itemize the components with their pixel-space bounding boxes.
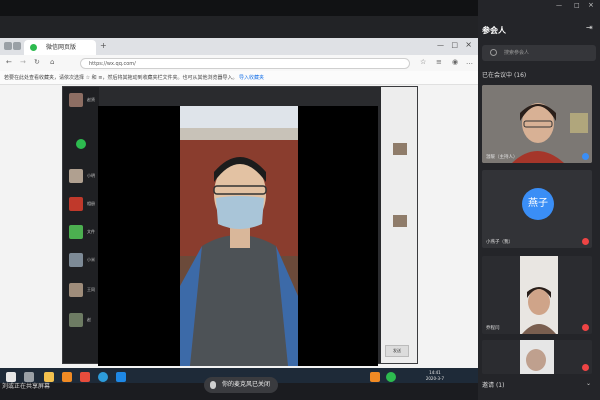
new-tab-icon[interactable]: +	[100, 41, 107, 50]
mic-off-icon	[582, 324, 589, 331]
participant-search-input[interactable]: 搜索参会人	[482, 45, 596, 61]
forward-icon[interactable]: →	[20, 58, 26, 66]
app-icon[interactable]	[80, 372, 90, 382]
contact-avatar[interactable]	[69, 169, 83, 183]
participant-card[interactable]: 乔程闫	[482, 256, 592, 334]
share-status-text: 刘或正在共享屏幕	[2, 383, 51, 390]
chat-message-area	[381, 87, 417, 363]
participant-video	[482, 256, 592, 334]
contact-avatar[interactable]	[69, 253, 83, 267]
refresh-icon[interactable]: ↻	[34, 58, 40, 66]
minimize-icon[interactable]: —	[437, 41, 444, 49]
mic-off-icon	[582, 364, 589, 371]
participant-video	[482, 85, 592, 163]
send-button[interactable]: 发送	[385, 345, 409, 357]
contact-name[interactable]: 赵	[87, 317, 91, 323]
invite-count: (1)	[495, 382, 505, 389]
panel-maximize-icon[interactable]: □	[574, 2, 580, 9]
mic-off-icon	[582, 238, 589, 245]
mic-on-icon	[582, 153, 589, 160]
chat-tab-icon[interactable]	[76, 139, 86, 149]
participant-name: 乔程闫	[486, 326, 500, 331]
import-favorites-link[interactable]: 导入收藏夹	[239, 75, 264, 81]
collapse-panel-icon[interactable]: ⇥	[586, 23, 593, 32]
wechat-tray-icon[interactable]	[386, 372, 396, 382]
invite-label: 邀请	[482, 382, 495, 389]
home-icon[interactable]: ⌂	[50, 58, 54, 66]
message-avatar	[393, 215, 407, 227]
participant-card[interactable]	[482, 340, 592, 374]
mic-status-pill: 你的麦克风已关闭	[204, 377, 279, 393]
contact-avatar[interactable]	[69, 313, 83, 327]
participant-card[interactable]: 温暖（主持人）	[482, 85, 592, 163]
favbar-hint: 若要在此处查看收藏夹，请依次选择 ☆ 和 ≡，然后将其拖动到收藏夹栏文件夹。也可…	[4, 75, 238, 81]
chevron-down-icon[interactable]: ⌄	[586, 380, 591, 387]
invite-section[interactable]: 邀请 (1)	[482, 380, 504, 389]
maximize-icon[interactable]: □	[451, 41, 458, 49]
edge-taskbar-icon[interactable]	[116, 372, 126, 382]
taskbar-clock: 14:41 2020-3-7	[426, 370, 444, 382]
participant-name: 温暖（主持人）	[486, 155, 518, 160]
wechat-tab-icon	[30, 44, 37, 51]
contact-avatar[interactable]	[69, 197, 83, 211]
participant-card[interactable]: 燕子 小燕子（我）	[482, 170, 592, 248]
profile-icon[interactable]: ◉	[452, 58, 458, 66]
browser-menu-icon[interactable]	[4, 42, 12, 50]
contact-name[interactable]: 小米	[87, 257, 95, 263]
contact-name[interactable]: 相册	[87, 201, 95, 207]
favorites-bar: 若要在此处查看收藏夹，请依次选择 ☆ 和 ≡，然后将其拖动到收藏夹栏文件夹。也可…	[0, 71, 478, 85]
close-icon[interactable]: ×	[465, 40, 472, 49]
tab-title: 微信网页版	[46, 44, 77, 51]
contact-avatar[interactable]	[69, 93, 83, 107]
participant-name: 小燕子（我）	[486, 240, 513, 245]
panel-close-icon[interactable]: ×	[588, 1, 594, 9]
tray-icon[interactable]	[370, 372, 380, 382]
contact-avatar[interactable]	[69, 283, 83, 297]
app-icon[interactable]	[62, 372, 72, 382]
in-meeting-label: 已在会议中	[482, 72, 513, 79]
more-icon[interactable]: …	[466, 58, 473, 66]
speaker-video-frame	[180, 106, 298, 366]
window-top-bar	[0, 0, 478, 16]
participant-video	[482, 340, 592, 374]
panel-minimize-icon[interactable]: —	[556, 2, 562, 9]
clock-date: 2020-3-7	[425, 376, 444, 381]
tab-actions-icon[interactable]	[13, 42, 21, 50]
search-icon	[490, 49, 497, 56]
url-input[interactable]: https://wx.qq.com/	[80, 58, 410, 69]
search-placeholder: 搜索参会人	[504, 50, 530, 56]
browser-taskbar-icon[interactable]	[98, 372, 108, 382]
favorite-star-icon[interactable]: ☆	[420, 58, 426, 66]
mic-off-icon	[210, 381, 216, 389]
collections-icon[interactable]: ≡	[436, 58, 442, 66]
panel-title: 参会人	[482, 26, 506, 35]
shared-screen: 微信网页版 + — □ × ← → ↻ ⌂ https://wx.qq.com/…	[0, 16, 478, 383]
contact-name[interactable]: 小明	[87, 173, 95, 179]
contact-name[interactable]: 文件	[87, 229, 95, 235]
speaker-person-image	[180, 106, 298, 366]
message-avatar	[393, 143, 407, 155]
in-meeting-header: 已在会议中 (16)	[482, 70, 526, 79]
back-icon[interactable]: ←	[6, 58, 12, 66]
browser-address-bar: ← → ↻ ⌂ https://wx.qq.com/ ☆ ≡ ◉ …	[0, 55, 478, 71]
browser-tab-bar: 微信网页版 + — □ ×	[0, 38, 478, 55]
participants-panel: — □ × 参会人 ⇥ 搜索参会人 已在会议中 (16) 温暖（主持人） 燕子 …	[478, 0, 600, 400]
contact-name[interactable]: 王同	[87, 287, 95, 293]
contact-name[interactable]: 赵贤	[87, 97, 95, 103]
browser-tab[interactable]: 微信网页版	[24, 40, 96, 55]
speaker-video	[98, 106, 378, 366]
contact-avatar[interactable]	[69, 225, 83, 239]
mic-status-text: 你的麦克风已关闭	[222, 381, 271, 388]
participant-avatar: 燕子	[522, 188, 554, 220]
in-meeting-count: (16)	[513, 72, 527, 79]
